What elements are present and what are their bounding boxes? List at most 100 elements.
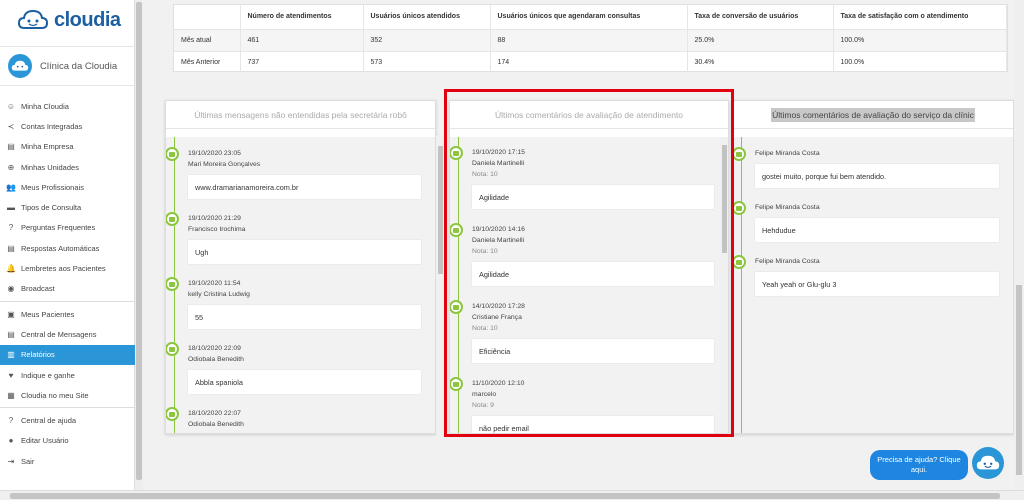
comment-text: Agilidade [479, 269, 510, 279]
sidebar-item-lembretes-aos-pacientes[interactable]: 🔔 Lembretes aos Pacientes [0, 258, 135, 278]
sidebar-item-label: Respostas Automáticas [21, 243, 100, 253]
cloud-face-icon [11, 60, 29, 71]
sidebar-item-label: Sair [21, 456, 35, 466]
comment-card[interactable]: www.dramarianamoreira.com.br [188, 175, 421, 199]
comment-card[interactable]: Yeah yeah or Glu-glu 3 [755, 272, 999, 296]
sidebar-item-label: Central de Mensagens [21, 329, 97, 339]
clinic-selector[interactable]: Clínica da Cloudia [0, 46, 135, 86]
table-cell: 25.0% [687, 28, 834, 51]
timeline-item: Felipe Miranda Costa Yeah yeah or Glu-glu… [733, 255, 999, 296]
sidebar-item-contas-integradas[interactable]: ≺ Contas Integradas [0, 116, 135, 136]
comment-text: gostei muito, porque fui bem atendido. [762, 171, 887, 181]
timeline-item: 14/10/2020 17:28 Cristiane França Nota: 10… [450, 300, 714, 363]
table-cell: 737 [240, 50, 364, 73]
stats-table: Número de atendimentos Usuários únicos at… [173, 4, 1008, 73]
help-avatar[interactable] [972, 447, 1004, 479]
message-bubble-icon [166, 277, 179, 291]
comment-card[interactable]: Hehdudue [755, 218, 999, 242]
comment-card[interactable]: Agilidade [472, 185, 714, 209]
message-bubble-icon [733, 201, 746, 215]
sidebar-item-label: Minha Empresa [21, 142, 74, 152]
sidebar-item-perguntas-frequentes[interactable]: ? Perguntas Frequentes [0, 218, 135, 238]
item-name: Felipe Miranda Costa [755, 150, 820, 157]
sidebar-item-meus-profissionais[interactable]: 👥 Meus Profissionais [0, 177, 135, 197]
item-name: Felipe Miranda Costa [755, 204, 820, 211]
panel-timeline[interactable]: 19/10/2020 23:05 Mari Moreira Gonçalves ww… [166, 137, 435, 433]
face-icon: ☺ [6, 101, 16, 111]
attendance-scrollbar[interactable] [720, 137, 728, 433]
sidebar-item-relatorios[interactable]: ▥ Relatórios [0, 344, 135, 365]
sidebar-item-label: Contas Integradas [21, 121, 83, 131]
sidebar-item-label: Minha Cloudia [21, 101, 69, 111]
sidebar-item-label: Relatórios [21, 350, 55, 360]
unrecognized-scrollbar[interactable] [436, 136, 444, 434]
page-scrollbar[interactable] [1014, 0, 1024, 490]
sidebar-item-minhas-unidades[interactable]: ⊕ Minhas Unidades [0, 157, 135, 177]
sidebar-item-central-de-ajuda[interactable]: ? Central de ajuda [0, 410, 135, 430]
comment-text: 55 [195, 312, 204, 322]
table-cell: 174 [490, 50, 688, 73]
help-button[interactable]: Precisa de ajuda? Clique aqui. [870, 450, 968, 480]
timeline-item: 18/10/2020 22:09 Odiobala Benedith Abbla s… [166, 342, 421, 394]
message-bubble-icon [450, 377, 463, 391]
comment-text: Eficiência [479, 346, 511, 356]
sidebar-item-label: Perguntas Frequentes [21, 223, 96, 233]
logo[interactable]: cloudia [18, 8, 121, 32]
person-icon: ● [8, 436, 14, 446]
sidebar-item-minha-cloudia[interactable]: ☺ Minha Cloudia [0, 96, 135, 116]
timeline-item: 19/10/2020 21:29 Francisco Irochima Ugh [166, 212, 421, 264]
sidebar-item-broadcast[interactable]: ◉ Broadcast [0, 279, 135, 299]
comment-card[interactable]: Eficiência [472, 339, 714, 363]
item-date: 19/10/2020 21:29 [188, 215, 241, 222]
item-date: 18/10/2020 22:09 [188, 345, 241, 352]
message-bubble-icon [450, 223, 463, 237]
sidebar-item-label: Meus Profissionais [21, 182, 84, 192]
sidebar-item-meus-pacientes[interactable]: ▣ Meus Pacientes [0, 304, 135, 324]
item-name: Felipe Miranda Costa [755, 258, 820, 265]
sidebar-item-sair[interactable]: ⇥ Sair [0, 451, 135, 471]
timeline-item: 19/10/2020 23:05 Mari Moreira Gonçalves ww… [166, 147, 421, 199]
sidebar-item-central-de-mensagens[interactable]: ▤ Central de Mensagens [0, 324, 135, 344]
sidebar-item-indique-e-ganhe[interactable]: ♥ Indique e ganhe [0, 365, 135, 385]
sidebar-item-tipos-de-consulta[interactable]: ▬ Tipos de Consulta [0, 197, 135, 217]
menu-divider [0, 300, 135, 302]
list-icon: ▬ [7, 203, 15, 213]
widgets-icon: ▦ [7, 390, 15, 400]
comment-card[interactable]: Agilidade [472, 262, 714, 286]
chat-icon: ▤ [7, 329, 15, 339]
message-bubble-icon [733, 255, 746, 269]
timeline-item: 19/10/2020 11:54 kelly Cristina Ludwig 55 [166, 277, 421, 329]
sidebar-item-minha-empresa[interactable]: ▤ Minha Empresa [0, 137, 135, 157]
horizontal-scrollbar[interactable] [0, 490, 1024, 500]
message-bubble-icon [166, 407, 179, 421]
item-name: Francisco Irochima [188, 226, 246, 233]
sidebar-item-respostas-automaticas[interactable]: ▤ Respostas Automáticas [0, 238, 135, 258]
comment-card[interactable]: gostei muito, porque fui bem atendido. [755, 164, 999, 188]
logout-icon: ⇥ [7, 456, 15, 466]
item-name: Daniela Martinelli [472, 160, 525, 167]
item-name: Daniela Martinelli [472, 237, 525, 244]
timeline-item: 19/10/2020 14:16 Daniela Martinelli Nota: … [450, 223, 714, 286]
logo-text: cloudia [54, 8, 121, 31]
panel-timeline[interactable]: Felipe Miranda Costa gostei muito, porque… [733, 137, 1013, 433]
item-name: marcelo [472, 391, 497, 398]
panel-timeline[interactable]: 19/10/2020 17:15 Daniela Martinelli Nota: … [450, 137, 728, 433]
comment-card[interactable]: Ugh [188, 240, 421, 264]
item-date: 19/10/2020 17:15 [472, 149, 525, 156]
message-bubble-icon [166, 147, 179, 161]
sidebar-item-editar-usuario[interactable]: ● Editar Usuário [0, 431, 135, 451]
item-rating: Nota: 9 [472, 402, 494, 409]
comment-card[interactable]: 55 [188, 305, 421, 329]
sidebar-scrollbar[interactable] [135, 0, 143, 490]
column-header [174, 5, 241, 29]
sidebar-item-cloudia-no-meu-site[interactable]: ▦ Cloudia no meu Site [0, 385, 135, 405]
panel-title: Últimos comentários de avaliação de aten… [450, 101, 728, 129]
sidebar-item-label: Tipos de Consulta [21, 203, 82, 213]
item-date: 19/10/2020 23:05 [188, 150, 241, 157]
comment-card[interactable]: Abbla spaniola [188, 370, 421, 394]
comment-text: não pedir email [479, 423, 529, 433]
broadcast-icon: ◉ [7, 284, 15, 294]
comment-card[interactable]: não pedir email [472, 416, 714, 433]
item-rating: Nota: 10 [472, 171, 498, 178]
clinic-name: Clínica da Cloudia [40, 60, 118, 72]
